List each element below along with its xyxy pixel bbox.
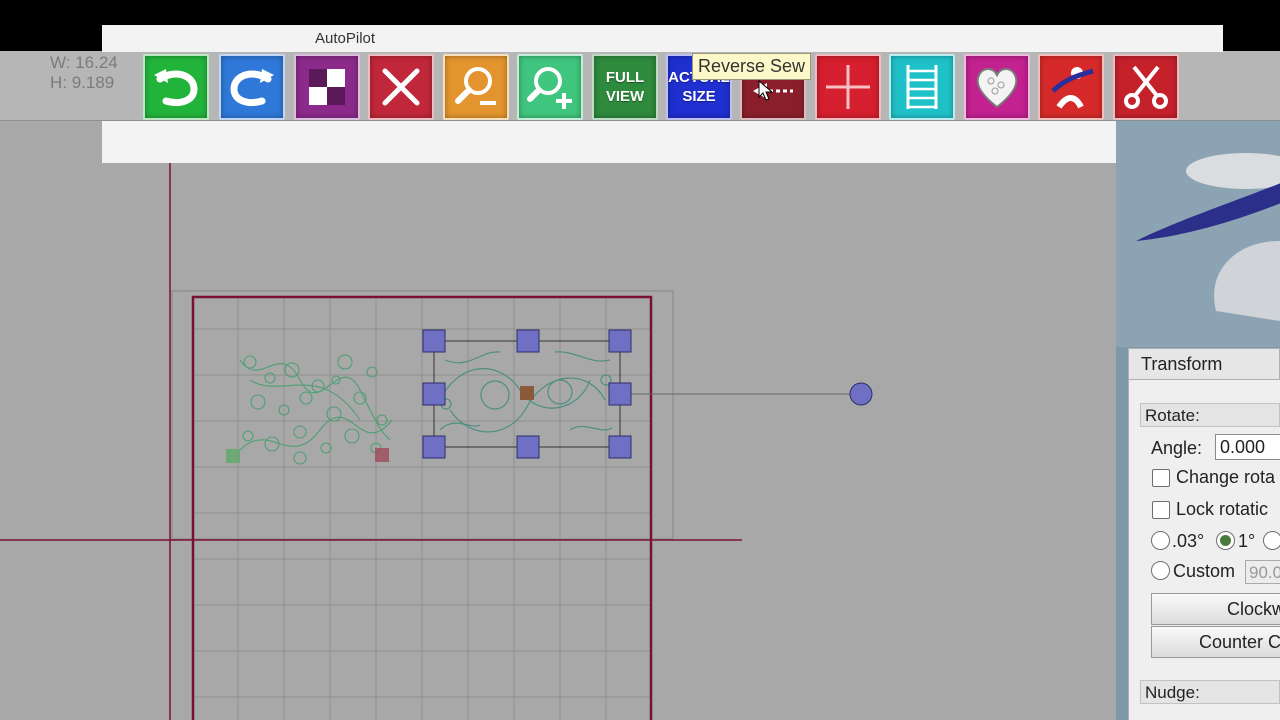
step-other-radio[interactable] <box>1263 531 1280 550</box>
full-view-label: FULL VIEW <box>605 69 645 105</box>
handle-bottom-center <box>516 435 540 459</box>
zoom-out-button[interactable] <box>443 54 509 120</box>
nudge-heading: Nudge: <box>1140 680 1280 704</box>
rotate-heading: Rotate: <box>1140 403 1280 427</box>
undo-button[interactable] <box>143 54 209 120</box>
quilt-grid <box>193 298 651 720</box>
crosshair-icon <box>826 65 870 109</box>
height-readout: H: 9.189 <box>50 73 115 92</box>
lock-rotation-checkbox[interactable] <box>1152 501 1170 519</box>
mouse-cursor-icon <box>758 80 774 101</box>
pattern-end-marker <box>375 448 389 462</box>
custom-angle-input[interactable]: 90.0 <box>1245 560 1280 584</box>
angle-label: Angle: <box>1151 438 1203 458</box>
ladder-icon <box>906 65 938 109</box>
handle-top-left <box>422 329 446 353</box>
step-1-radio[interactable] <box>1216 531 1235 550</box>
checker-icon <box>309 69 345 105</box>
lock-rotation-label: Lock rotatic <box>1176 499 1269 519</box>
ladder-button[interactable] <box>889 54 955 120</box>
center-marker <box>520 386 534 400</box>
autopilot-panel-bottom <box>102 121 1116 163</box>
undo-icon <box>154 69 198 106</box>
change-rotation-label: Change rota <box>1176 467 1276 487</box>
transform-header[interactable]: Transform <box>1128 348 1280 380</box>
custom-radio[interactable] <box>1151 561 1170 580</box>
step-03-label: .03° <box>1172 531 1205 551</box>
tooltip: Reverse Sew <box>692 53 812 80</box>
heart-icon <box>976 68 1018 109</box>
quilter-logo-icon <box>1136 153 1280 321</box>
close-icon <box>382 68 420 106</box>
full-view-button[interactable]: FULL VIEW <box>592 54 658 120</box>
step-1-label: 1° <box>1238 531 1256 551</box>
heart-pattern-button[interactable] <box>964 54 1030 120</box>
angle-input[interactable]: 0.000 <box>1215 434 1280 460</box>
zoom-in-icon <box>527 67 572 109</box>
dimensions-readout: W: 16.24 H: 9.189 <box>50 53 118 93</box>
width-readout: W: 16.24 <box>50 53 118 72</box>
handle-middle-left <box>422 382 446 406</box>
clockwise-button[interactable]: Clockw <box>1151 593 1280 625</box>
counter-clockwise-button[interactable]: Counter Cl <box>1151 626 1280 658</box>
brand-logo <box>1116 121 1280 347</box>
pattern-start-marker <box>226 449 240 463</box>
redo-button[interactable] <box>219 54 285 120</box>
cut-button[interactable] <box>1113 54 1179 120</box>
scissors-icon <box>1124 65 1168 109</box>
redo-icon <box>230 69 274 106</box>
window-title: AutoPilot <box>315 30 376 47</box>
zoom-out-icon <box>455 67 496 105</box>
delete-button[interactable] <box>368 54 434 120</box>
handle-top-center <box>516 329 540 353</box>
quilter-button[interactable] <box>1038 54 1104 120</box>
custom-label: Custom <box>1173 561 1236 581</box>
handle-bottom-left <box>422 435 446 459</box>
handle-middle-right <box>608 382 632 406</box>
autopilot-title-bar[interactable] <box>102 25 1223 52</box>
floral-pattern <box>239 354 393 465</box>
crosshair-button[interactable] <box>815 54 881 120</box>
quilter-logo-icon <box>1051 67 1094 109</box>
select-pattern-button[interactable] <box>294 54 360 120</box>
rotation-handle <box>849 382 873 406</box>
step-03-radio[interactable] <box>1151 531 1170 550</box>
handle-bottom-right <box>608 435 632 459</box>
handle-top-right <box>608 329 632 353</box>
change-rotation-checkbox[interactable] <box>1152 469 1170 487</box>
zoom-in-button[interactable] <box>517 54 583 120</box>
